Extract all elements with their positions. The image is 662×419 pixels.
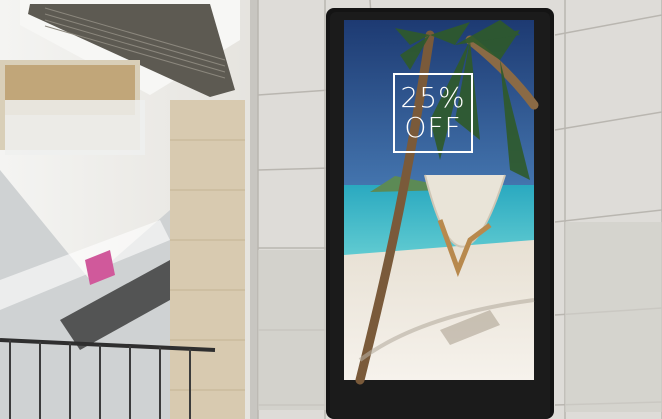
- discount-off-label: OFF: [404, 111, 462, 144]
- mall-scene: 25% OFF: [0, 0, 662, 419]
- discount-badge: 25% OFF: [393, 73, 473, 153]
- mall-background: [0, 0, 662, 419]
- wood-column: [170, 100, 245, 419]
- discount-percent: 25%: [400, 81, 466, 114]
